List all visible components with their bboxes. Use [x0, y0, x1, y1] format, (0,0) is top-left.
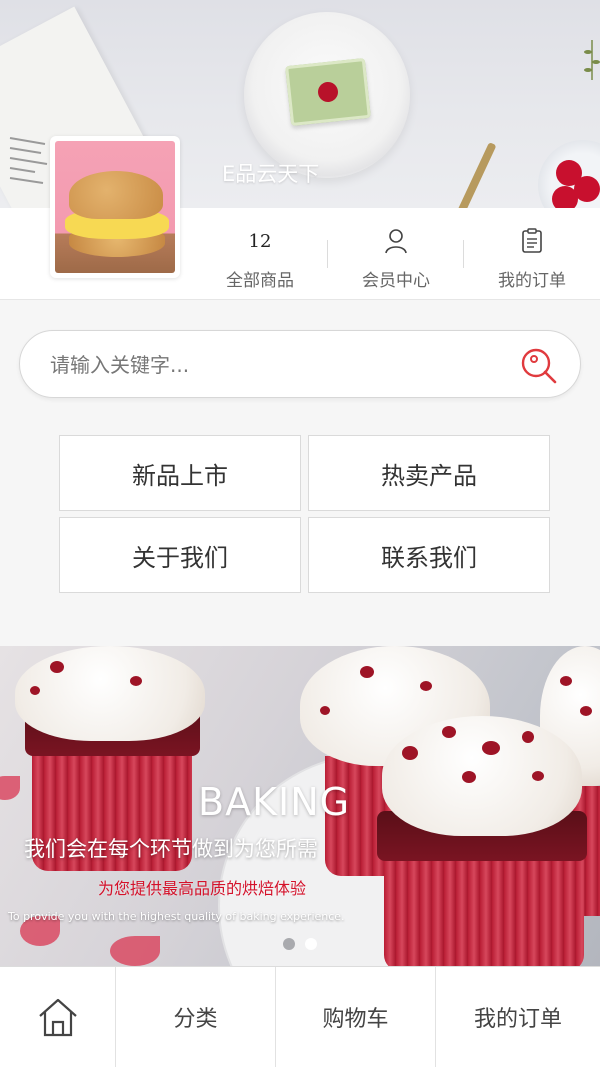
contact-us-button[interactable]: 联系我们 [308, 517, 550, 593]
user-icon [385, 229, 407, 254]
store-avatar[interactable] [50, 136, 180, 278]
all-products-stat[interactable]: 12 全部商品 [192, 208, 328, 300]
banner-plant-image [584, 40, 600, 80]
petal-decoration [110, 936, 160, 966]
carousel-dot-1[interactable] [283, 938, 295, 950]
tab-cart[interactable]: 购物车 [276, 967, 436, 1067]
cupcake-frosting [15, 646, 205, 741]
store-avatar-image [55, 141, 175, 273]
carousel-title: BAKING [198, 780, 351, 824]
search-icon[interactable] [518, 345, 558, 385]
carousel-dot-2-active[interactable] [305, 938, 317, 950]
cupcake-crumb [360, 666, 374, 678]
all-products-count: 12 [248, 230, 272, 252]
cupcake-crumb [482, 741, 500, 755]
cupcake-frosting [382, 716, 582, 836]
cupcake-crumb [462, 771, 476, 783]
member-center-label: 会员中心 [362, 271, 430, 291]
banner-cake-image [285, 57, 371, 127]
all-products-label: 全部商品 [226, 271, 294, 291]
tab-home[interactable] [0, 967, 116, 1067]
my-orders-label: 我的订单 [498, 271, 566, 291]
search-bar [19, 330, 581, 398]
my-orders-icon-wrap [464, 228, 600, 254]
cupcake-crumb [130, 676, 142, 686]
cupcake-crumb [420, 681, 432, 691]
home-icon [38, 998, 77, 1037]
avatar-bun-top [69, 171, 163, 219]
cupcake-crumb [320, 706, 330, 715]
store-name: E品云天下 [222, 162, 320, 186]
carousel-subtitle: 我们会在每个环节做到为您所需 [24, 837, 318, 861]
cupcake-image [372, 716, 594, 966]
cupcake-crumb [30, 686, 40, 695]
carousel-english-caption: To provide you with the highest quality … [8, 910, 345, 923]
cupcake-crumb [442, 726, 456, 738]
cupcake-crumb [580, 706, 592, 716]
tab-my-orders[interactable]: 我的订单 [436, 967, 600, 1067]
cupcake-crumb [402, 746, 418, 760]
cupcake-crumb [522, 731, 534, 743]
hot-products-button[interactable]: 热卖产品 [308, 435, 550, 511]
carousel-tagline: 为您提供最高品质的烘焙体验 [98, 879, 307, 898]
about-us-button[interactable]: 关于我们 [59, 517, 301, 593]
clipboard-icon [522, 228, 542, 253]
cupcake-crumb [50, 661, 64, 673]
member-center-stat[interactable]: 会员中心 [328, 208, 464, 300]
tab-category[interactable]: 分类 [116, 967, 276, 1067]
banner-fork-image [455, 142, 497, 208]
search-input[interactable] [50, 347, 490, 383]
member-center-icon-wrap [328, 228, 464, 254]
cupcake-crumb [560, 676, 572, 686]
my-orders-stat[interactable]: 我的订单 [464, 208, 600, 300]
cupcake-crumb [532, 771, 544, 781]
new-arrivals-button[interactable]: 新品上市 [59, 435, 301, 511]
banner-berry [552, 186, 578, 208]
